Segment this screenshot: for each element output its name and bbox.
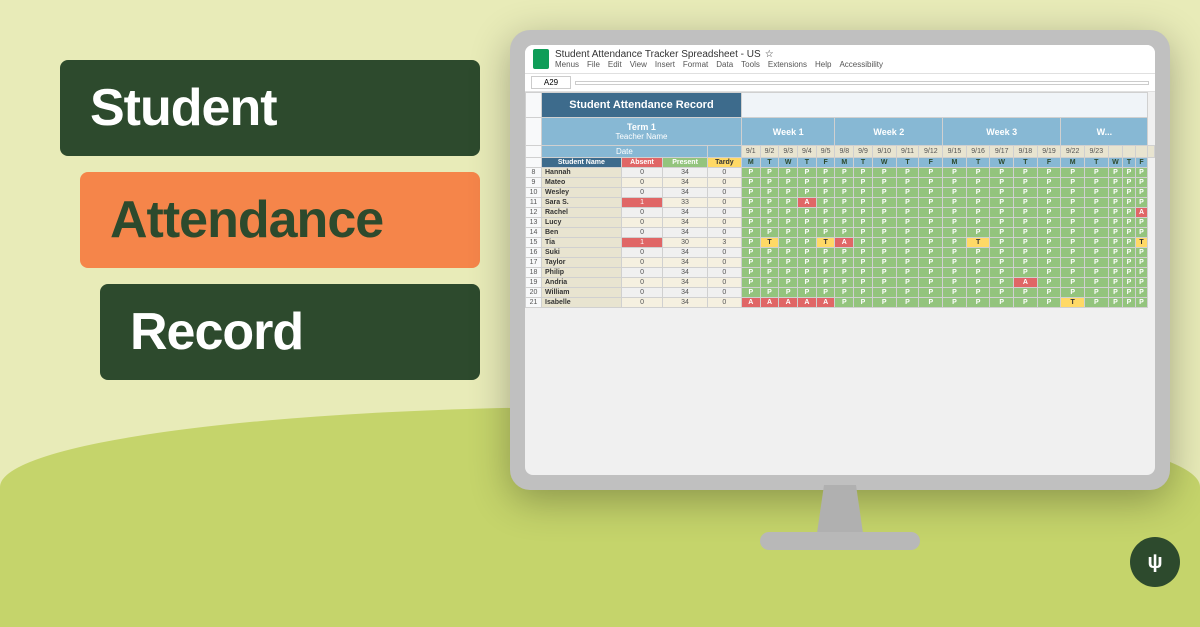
week4-header: W... bbox=[1061, 118, 1148, 146]
week1-header: Week 1 bbox=[741, 118, 835, 146]
table-row: 21 Isabelle 0 34 0 AAAAA PPPPP PPPPP TPP… bbox=[526, 298, 1155, 308]
title-line2: Attendance bbox=[110, 191, 383, 249]
table-row: 8 Hannah 0 34 0 PPPPP PPPPP PPPPP PPPPP bbox=[526, 168, 1155, 178]
table-row: 18 Philip 0 34 0 PPPPP PPPPP PPPPP PPPPP bbox=[526, 268, 1155, 278]
title-box-attendance: Attendance bbox=[80, 172, 480, 268]
table-row: 13 Lucy 0 34 0 PPPPP PPPPP PPPPP PPPPP bbox=[526, 218, 1155, 228]
title-box-student: Student bbox=[60, 60, 480, 156]
term-label: Term 1 Teacher Name bbox=[542, 118, 742, 146]
table-row: 12 Rachel 0 34 0 PPPPP PPPPP PPPPP PPPPA bbox=[526, 208, 1155, 218]
table-row: 17 Taylor 0 34 0 PPPPP PPPPP PPPPP PPPPP bbox=[526, 258, 1155, 268]
monitor-base bbox=[760, 532, 920, 550]
date-label: Date bbox=[542, 146, 708, 158]
menu-view[interactable]: View bbox=[630, 60, 647, 69]
menu-data[interactable]: Data bbox=[716, 60, 733, 69]
header-title-row: Student Attendance Record bbox=[526, 93, 1155, 118]
table-row: 20 William 0 34 0 PPPPP PPPPP PPPPP PPPP… bbox=[526, 288, 1155, 298]
menu-tools[interactable]: Tools bbox=[741, 60, 760, 69]
menu-format[interactable]: Format bbox=[683, 60, 708, 69]
menu-menus[interactable]: Menus bbox=[555, 60, 579, 69]
menu-insert[interactable]: Insert bbox=[655, 60, 675, 69]
spreadsheet-table: Student Attendance Record Term 1 Teacher… bbox=[525, 92, 1155, 308]
date-row: Date 9/1 9/2 9/3 9/4 9/5 9/8 9/9 9/10 9/… bbox=[526, 146, 1155, 158]
menu-accessibility[interactable]: Accessibility bbox=[839, 60, 883, 69]
col-header-row: Student Name Absent Present Tardy M T W … bbox=[526, 158, 1155, 168]
badge-symbol: ψ bbox=[1147, 551, 1162, 574]
menu-file[interactable]: File bbox=[587, 60, 600, 69]
monitor: Student Attendance Tracker Spreadsheet -… bbox=[510, 30, 1170, 570]
sheets-title: Student Attendance Tracker Spreadsheet -… bbox=[555, 49, 761, 60]
table-row: 9 Mateo 0 34 0 PPPPP PPPPP PPPPP PPPPP bbox=[526, 178, 1155, 188]
cell-reference[interactable]: A29 bbox=[531, 76, 571, 89]
sheets-menu-row: Menus File Edit View Insert Format Data … bbox=[555, 60, 1147, 69]
spreadsheet-content: Student Attendance Record Term 1 Teacher… bbox=[525, 92, 1155, 475]
sheets-title-area: Student Attendance Tracker Spreadsheet -… bbox=[555, 49, 1147, 69]
table-row: 15 Tia 1 30 3 PTPPT APPPP PTPPP PPPPT bbox=[526, 238, 1155, 248]
left-panel: Student Attendance Record bbox=[60, 60, 480, 380]
spreadsheet-main-title: Student Attendance Record bbox=[542, 93, 742, 118]
menu-extensions[interactable]: Extensions bbox=[768, 60, 807, 69]
teacher-logo-badge: ψ bbox=[1130, 537, 1180, 587]
table-row: 19 Andria 0 34 0 PPPPP PPPPP PPPAP PPPPP bbox=[526, 278, 1155, 288]
week2-header: Week 2 bbox=[835, 118, 943, 146]
table-row: 14 Ben 0 34 0 PPPPP PPPPP PPPPP PPPPP bbox=[526, 228, 1155, 238]
sheets-format-bar: A29 bbox=[525, 74, 1155, 92]
menu-help[interactable]: Help bbox=[815, 60, 831, 69]
monitor-screen: Student Attendance Tracker Spreadsheet -… bbox=[525, 45, 1155, 475]
menu-edit[interactable]: Edit bbox=[608, 60, 622, 69]
monitor-body: Student Attendance Tracker Spreadsheet -… bbox=[510, 30, 1170, 490]
title-line1: Student bbox=[90, 79, 277, 137]
table-row: 11 Sara S. 1 33 0 PPPAP PPPPP PPPPP PPPP… bbox=[526, 198, 1155, 208]
table-row: 10 Wesley 0 34 0 PPPPP PPPPP PPPPP PPPPP bbox=[526, 188, 1155, 198]
table-row: 16 Suki 0 34 0 PPPPP PPPPP PPPPP PPPPP bbox=[526, 248, 1155, 258]
week3-header: Week 3 bbox=[943, 118, 1061, 146]
title-box-record: Record bbox=[100, 284, 480, 380]
title-line3: Record bbox=[130, 303, 303, 361]
sheets-title-row: Student Attendance Tracker Spreadsheet -… bbox=[555, 49, 1147, 60]
header-term-row: Term 1 Teacher Name Week 1 Week 2 Week 3… bbox=[526, 118, 1155, 146]
star-icon: ☆ bbox=[765, 49, 774, 60]
sheets-logo-icon bbox=[533, 49, 549, 69]
formula-bar bbox=[575, 81, 1149, 85]
sheets-toolbar: Student Attendance Tracker Spreadsheet -… bbox=[525, 45, 1155, 74]
